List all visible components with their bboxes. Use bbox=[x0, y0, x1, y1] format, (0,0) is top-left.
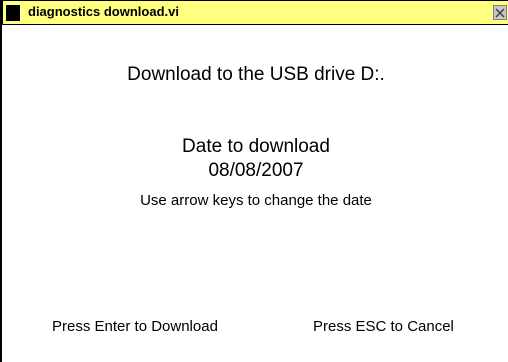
esc-cancel-hint: Press ESC to Cancel bbox=[313, 318, 454, 335]
date-value[interactable]: 08/08/2007 bbox=[2, 160, 508, 182]
arrow-keys-hint: Use arrow keys to change the date bbox=[140, 192, 372, 209]
download-heading: Download to the USB drive D:. bbox=[127, 64, 385, 85]
window-title: diagnostics download.vi bbox=[28, 4, 179, 19]
enter-download-hint: Press Enter to Download bbox=[52, 318, 218, 335]
app-icon bbox=[6, 5, 20, 21]
close-button[interactable] bbox=[493, 5, 507, 20]
title-bar[interactable]: diagnostics download.vi bbox=[2, 0, 508, 25]
close-icon bbox=[495, 7, 505, 18]
dialog-window: diagnostics download.vi Download to the … bbox=[0, 0, 508, 362]
date-label: Date to download bbox=[182, 136, 330, 157]
